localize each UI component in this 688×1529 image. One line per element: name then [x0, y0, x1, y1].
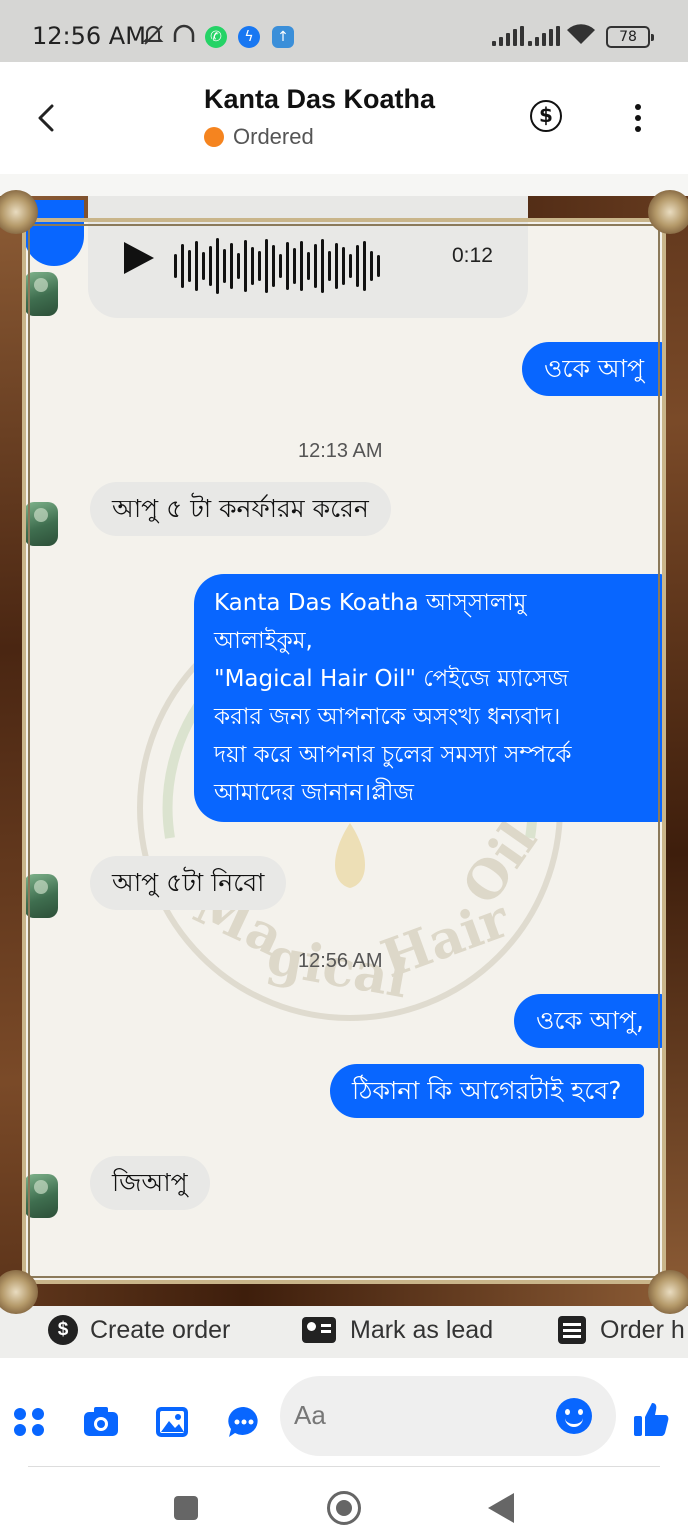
contact-name[interactable]: Kanta Das Koatha: [204, 84, 435, 115]
wifi-icon: [566, 22, 596, 51]
emoji-icon[interactable]: [556, 1398, 592, 1434]
apps-grid-icon[interactable]: [12, 1404, 48, 1440]
dollar-icon: $: [48, 1315, 78, 1345]
timestamp: 12:13 AM: [298, 440, 383, 462]
back-arrow-icon[interactable]: [34, 98, 60, 138]
battery-icon: 78: [606, 26, 654, 48]
upload-icon: ↑: [272, 26, 294, 48]
chat-header: Kanta Das Koatha Ordered $: [0, 62, 688, 174]
quick-actions-bar: $ Create order Mark as lead Order h: [0, 1306, 688, 1358]
payment-dollar-button[interactable]: $: [530, 100, 562, 132]
cell-signal-2-icon: [528, 26, 560, 46]
contact-avatar[interactable]: [24, 272, 58, 316]
gallery-image-icon[interactable]: [154, 1404, 190, 1440]
camera-icon[interactable]: [82, 1404, 118, 1440]
more-options-icon[interactable]: [634, 104, 642, 132]
message-bubble-outgoing[interactable]: ঠিকানা কি আগেরটাই হবে?: [330, 1064, 644, 1118]
message-bubble-outgoing[interactable]: ওকে আপু,: [514, 994, 666, 1048]
message-line: "Magical Hair Oil" পেইজে ম্যাসেজ: [214, 666, 569, 692]
quick-action-label: Order h: [600, 1315, 685, 1344]
message-composer: Aa: [0, 1358, 688, 1468]
message-input-placeholder: Aa: [294, 1400, 326, 1430]
recent-apps-button[interactable]: [174, 1496, 198, 1520]
mark-as-lead-button[interactable]: Mark as lead: [302, 1306, 493, 1354]
system-navigation-bar: [0, 1467, 688, 1529]
mute-notification-icon: [142, 24, 164, 51]
headphones-icon: [172, 24, 196, 51]
whatsapp-icon: ✆: [205, 26, 227, 48]
status-bar: 12:56 AM ✆ ϟ ↑ 78: [0, 0, 688, 62]
back-button[interactable]: [488, 1493, 514, 1523]
quick-action-label: Create order: [90, 1315, 231, 1344]
message-input[interactable]: Aa: [280, 1376, 616, 1456]
status-time: 12:56 AM: [32, 22, 146, 50]
play-icon[interactable]: [124, 242, 154, 274]
contact-avatar[interactable]: [24, 502, 58, 546]
messenger-icon: ϟ: [238, 26, 260, 48]
audio-waveform: [174, 236, 380, 296]
timestamp: 12:56 AM: [298, 950, 383, 972]
thumbs-up-icon[interactable]: [632, 1400, 669, 1436]
order-status[interactable]: Ordered: [204, 124, 314, 150]
message-line: দয়া করে আপনার চুলের সমস্যা সম্পর্কে: [214, 742, 572, 768]
audio-duration: 0:12: [452, 244, 493, 267]
contact-avatar[interactable]: [24, 874, 58, 918]
status-label: Ordered: [233, 124, 314, 149]
message-bubble-outgoing[interactable]: ওকে আপু: [522, 342, 667, 396]
list-icon: [558, 1316, 586, 1344]
cell-signal-1-icon: [492, 26, 524, 46]
message-line: Kanta Das Koatha আস্সালামু: [214, 590, 527, 616]
message-bubble-incoming[interactable]: জিআপু: [90, 1156, 210, 1210]
message-line: আমাদের জানান।প্লীজ: [214, 780, 415, 806]
audio-message[interactable]: 0:12: [88, 196, 528, 318]
home-button[interactable]: [327, 1491, 361, 1525]
frame-corner-ornament: [648, 190, 688, 234]
quick-action-label: Mark as lead: [350, 1315, 494, 1344]
create-order-button[interactable]: $ Create order: [48, 1306, 230, 1354]
message-line: আলাইকুম,: [214, 628, 313, 654]
chat-bubble-icon[interactable]: [226, 1404, 262, 1440]
message-bubble-incoming[interactable]: আপু ৫ টা কনর্ফারম করেন: [90, 482, 391, 536]
contact-card-icon: [302, 1317, 336, 1343]
message-bubble-incoming[interactable]: আপু ৫টা নিবো: [90, 856, 287, 910]
contact-avatar[interactable]: [24, 1174, 58, 1218]
message-bubble-outgoing-greeting[interactable]: Kanta Das Koatha আস্সালামু আলাইকুম, "Mag…: [194, 574, 666, 822]
message-line: করার জন্য আপনাকে অসংখ্য ধন্যবাদ।: [214, 704, 561, 730]
frame-corner-ornament: [648, 1270, 688, 1314]
status-dot-icon: [204, 127, 224, 147]
